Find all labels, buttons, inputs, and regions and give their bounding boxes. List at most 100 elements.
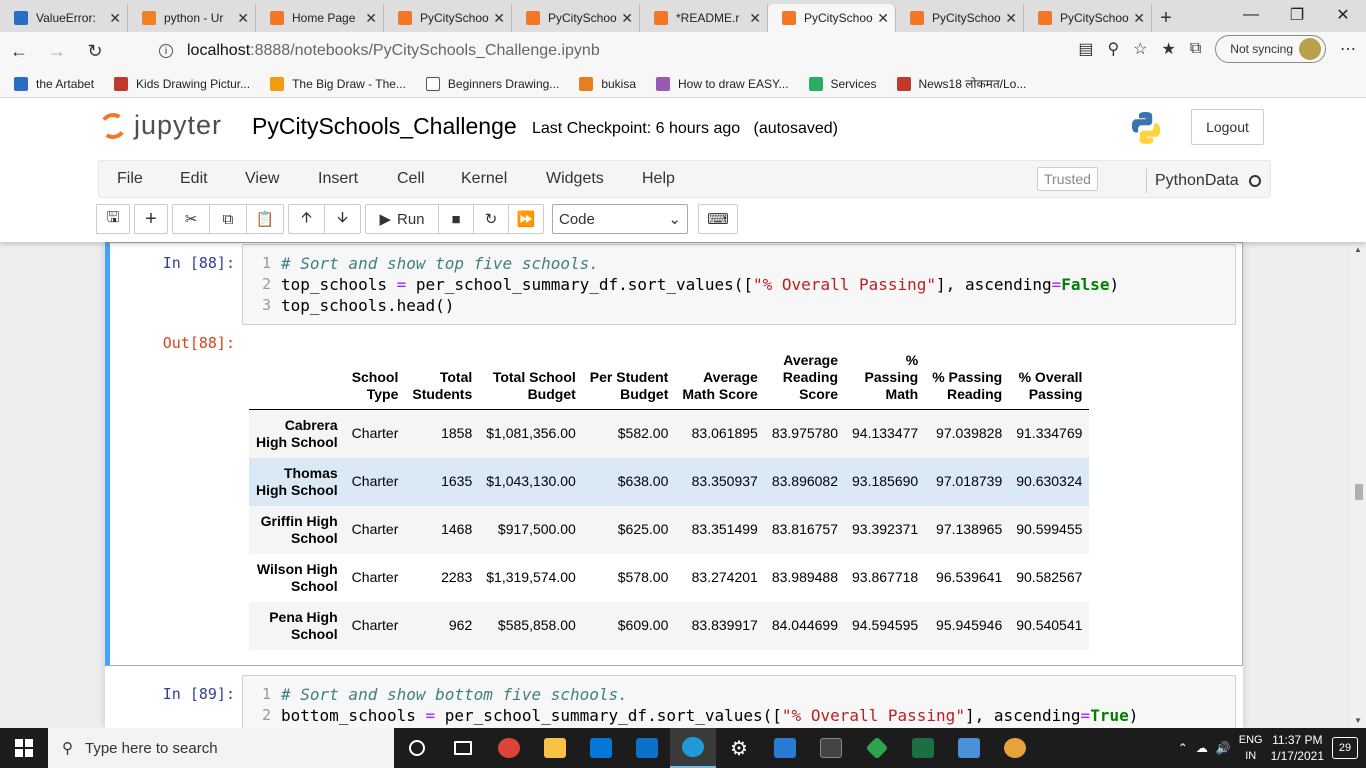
menu-view[interactable]: View	[245, 170, 279, 188]
trusted-indicator[interactable]: Trusted	[1037, 167, 1098, 191]
minimize-icon[interactable]: —	[1228, 0, 1274, 30]
edge-icon[interactable]	[670, 728, 716, 768]
collections-icon[interactable]: ⧉	[1190, 40, 1201, 58]
jupyter-logo[interactable]: jupyter	[97, 110, 222, 141]
bookmark-item[interactable]: bukisa	[579, 76, 636, 91]
forward-icon[interactable]: →	[38, 35, 76, 67]
back-icon[interactable]: ←	[0, 35, 38, 67]
profile-sync-button[interactable]: Not syncing	[1215, 35, 1326, 63]
bookmark-item[interactable]: Services	[808, 76, 877, 91]
cortana-icon[interactable]	[394, 728, 440, 768]
restart-icon[interactable]: ↻	[473, 204, 509, 234]
close-window-icon[interactable]: ✕	[1320, 0, 1366, 30]
volume-icon[interactable]: 🔊	[1216, 741, 1231, 755]
terminal-icon[interactable]	[808, 728, 854, 768]
zoom-icon[interactable]: ⚲	[1107, 39, 1119, 59]
tab-close-icon[interactable]: ✕	[621, 10, 633, 27]
code-editor[interactable]: 1 # Sort and show bottom five schools. 2 bo…	[242, 675, 1236, 728]
bookmark-item[interactable]: Beginners Drawing...	[425, 76, 559, 91]
code-editor[interactable]: 1 # Sort and show top five schools. 2 top_s…	[242, 244, 1236, 325]
notification-center-icon[interactable]: 29	[1332, 737, 1358, 759]
avatar	[1299, 38, 1321, 60]
menu-cell[interactable]: Cell	[397, 170, 425, 188]
tab-close-icon[interactable]: ✕	[749, 10, 761, 27]
interrupt-icon[interactable]: ■	[438, 204, 474, 234]
task-view-icon[interactable]	[440, 728, 486, 768]
favorites-icon[interactable]: ★	[1162, 39, 1176, 59]
tab-close-icon[interactable]: ✕	[1133, 10, 1145, 27]
browser-tab[interactable]: *README.r ✕	[640, 4, 768, 32]
insert-cell-icon[interactable]: +	[134, 204, 168, 234]
photos-icon[interactable]	[762, 728, 808, 768]
bookmark-item[interactable]: How to draw EASY...	[656, 76, 789, 91]
tab-close-icon[interactable]: ✕	[109, 10, 121, 27]
app-icon[interactable]	[946, 728, 992, 768]
tab-close-icon[interactable]: ✕	[493, 10, 505, 27]
browser-tab[interactable]: PyCitySchoo ✕	[512, 4, 640, 32]
site-info-icon[interactable]: i	[159, 44, 173, 58]
keyboard-shortcuts-icon[interactable]: ⌨	[698, 204, 738, 234]
move-down-icon[interactable]: 🡫	[324, 204, 361, 234]
column-header-line: Per Student	[589, 369, 669, 385]
bookmark-item[interactable]: the Artabet	[14, 76, 94, 91]
move-up-icon[interactable]: 🡩	[288, 204, 325, 234]
menu-kernel[interactable]: Kernel	[461, 170, 507, 188]
tab-close-icon[interactable]: ✕	[1005, 10, 1017, 27]
chrome-icon[interactable]	[486, 728, 532, 768]
favorite-star-icon[interactable]: ☆	[1133, 39, 1147, 59]
clock[interactable]: 11:37 PM 1/17/2021	[1271, 732, 1324, 764]
browser-tab[interactable]: PyCitySchoo ✕	[384, 4, 512, 32]
tab-close-icon[interactable]: ✕	[237, 10, 249, 27]
file-explorer-icon[interactable]	[532, 728, 578, 768]
taskbar-search[interactable]: ⚲ Type here to search	[48, 728, 394, 768]
column-header: Total Students	[405, 352, 480, 410]
bookmark-item[interactable]: Kids Drawing Pictur...	[114, 76, 250, 91]
store-icon[interactable]	[578, 728, 624, 768]
scroll-up-icon[interactable]: ▲	[1354, 245, 1362, 254]
menu-edit[interactable]: Edit	[180, 170, 208, 188]
run-button[interactable]: ▶ Run	[365, 204, 439, 234]
logout-button[interactable]: Logout	[1191, 109, 1264, 145]
notebook-title[interactable]: PyCitySchools_Challenge	[252, 113, 517, 140]
read-aloud-icon[interactable]: ▤	[1078, 39, 1093, 59]
paint-icon[interactable]	[992, 728, 1038, 768]
table-cell: $625.00	[582, 505, 676, 554]
browser-tab[interactable]: PyCitySchoo ✕	[1024, 4, 1152, 32]
browser-tab[interactable]: PyCitySchoo ✕	[768, 4, 896, 32]
vertical-scrollbar[interactable]: ▲ ▼	[1350, 242, 1366, 728]
menu-widgets[interactable]: Widgets	[546, 170, 604, 188]
browser-tab[interactable]: Home Page ✕	[256, 4, 384, 32]
restart-run-all-icon[interactable]: ⏩	[508, 204, 544, 234]
network-icon[interactable]: ☁	[1196, 741, 1208, 755]
menu-file[interactable]: File	[117, 170, 143, 188]
save-icon[interactable]: 🖫	[96, 204, 130, 234]
refresh-icon[interactable]: ↻	[76, 35, 114, 67]
bookmark-item[interactable]: News18 लोकमत/Lo...	[896, 75, 1026, 92]
windows-start-icon[interactable]	[0, 728, 48, 768]
excel-icon[interactable]	[900, 728, 946, 768]
bookmark-item[interactable]: The Big Draw - The...	[270, 76, 406, 91]
menu-insert[interactable]: Insert	[318, 170, 358, 188]
git-icon[interactable]	[854, 728, 900, 768]
more-options-icon[interactable]: ⋯	[1340, 39, 1356, 59]
tab-close-icon[interactable]: ✕	[877, 10, 889, 27]
restore-icon[interactable]: ❐	[1274, 0, 1320, 30]
browser-tab[interactable]: python - Ur ✕	[128, 4, 256, 32]
new-tab-icon[interactable]: +	[1152, 4, 1180, 32]
tab-close-icon[interactable]: ✕	[365, 10, 377, 27]
url-field[interactable]: i localhost:8888/notebooks/PyCitySchools…	[145, 35, 1095, 67]
scroll-down-icon[interactable]: ▼	[1354, 716, 1362, 725]
scrollbar-thumb[interactable]	[1355, 484, 1363, 500]
jupyter-logo-icon	[97, 110, 129, 141]
browser-tab[interactable]: PyCitySchoo ✕	[896, 4, 1024, 32]
browser-tab[interactable]: ValueError: ✕	[0, 4, 128, 32]
copy-icon[interactable]: ⧉	[209, 204, 247, 234]
tray-expand-icon[interactable]: ⌃	[1178, 741, 1188, 755]
cut-icon[interactable]: ✂	[172, 204, 210, 234]
cell-type-select[interactable]: Code ⌄	[552, 204, 688, 234]
mail-icon[interactable]	[624, 728, 670, 768]
menu-help[interactable]: Help	[642, 170, 675, 188]
settings-icon[interactable]: ⚙	[716, 728, 762, 768]
language-indicator[interactable]: ENG IN	[1239, 732, 1263, 764]
paste-icon[interactable]: 📋	[246, 204, 284, 234]
